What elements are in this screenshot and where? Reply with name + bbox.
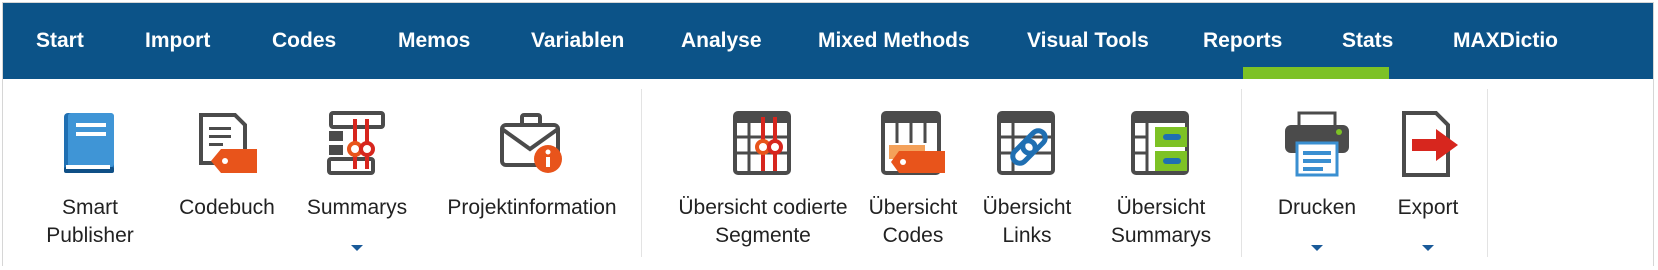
active-tab-indicator xyxy=(1243,67,1389,79)
tab-label: Variablen xyxy=(531,29,625,52)
tab-label: Mixed Methods xyxy=(818,29,970,52)
smart-publisher-label: Smart Publisher xyxy=(46,196,134,247)
summarys-button[interactable]: Summarys xyxy=(300,79,414,267)
export-button[interactable]: Export xyxy=(1379,79,1477,267)
uebersicht-summarys-label: Übersicht Summarys xyxy=(1110,196,1212,247)
chevron-down-icon[interactable] xyxy=(1311,245,1323,251)
ribbon-group-separator xyxy=(1487,89,1488,257)
briefcase-info-icon xyxy=(500,113,562,173)
projektinformation-label: Projektinformation xyxy=(447,196,617,219)
codebook-icon xyxy=(199,113,257,173)
tab-import[interactable]: Import xyxy=(145,3,210,79)
summarys-table-icon xyxy=(1131,111,1189,175)
tab-codes[interactable]: Codes xyxy=(272,3,336,79)
uebersicht-links-button[interactable]: Übersicht Links xyxy=(975,79,1079,267)
tab-label: MAXDictio xyxy=(1453,29,1558,52)
book-icon xyxy=(64,113,114,173)
uebersicht-summarys-button[interactable]: Übersicht Summarys xyxy=(1097,79,1225,267)
tab-visual-tools[interactable]: Visual Tools xyxy=(1027,3,1149,79)
smart-publisher-button[interactable]: Smart Publisher xyxy=(33,79,147,267)
tab-label: Codes xyxy=(272,29,337,52)
links-table-icon xyxy=(997,111,1055,175)
codebuch-label: Codebuch xyxy=(179,196,275,219)
tab-label: Start xyxy=(36,29,84,52)
uebersicht-codierte-segmente-button[interactable]: Übersicht codierte Segmente xyxy=(671,79,855,267)
chevron-down-icon[interactable] xyxy=(1422,245,1434,251)
drucken-label: Drucken xyxy=(1277,196,1357,219)
codebuch-button[interactable]: Codebuch xyxy=(169,79,285,267)
tab-maxdictio[interactable]: MAXDictio xyxy=(1453,3,1558,79)
tab-label: Visual Tools xyxy=(1027,29,1149,52)
uebersicht-codierte-segmente-label: Übersicht codierte Segmente xyxy=(678,196,848,247)
ribbon-group-separator xyxy=(641,89,642,257)
tab-label: Analyse xyxy=(681,29,762,52)
segments-table-icon xyxy=(733,111,791,175)
tab-label: Import xyxy=(145,29,211,52)
projektinformation-button[interactable]: Projektinformation xyxy=(435,79,629,267)
tab-start[interactable]: Start xyxy=(36,3,84,79)
reports-ribbon: Smart Publisher Codebuch Summarys Projek… xyxy=(3,79,1653,267)
export-icon xyxy=(1402,111,1458,177)
ribbon-tab-bar: Start Import Codes Memos Variablen Analy… xyxy=(3,3,1653,79)
printer-icon xyxy=(1285,111,1349,177)
export-label: Export xyxy=(1397,196,1459,219)
drucken-button[interactable]: Drucken xyxy=(1263,79,1371,267)
uebersicht-codes-label: Übersicht Codes xyxy=(868,196,958,247)
tab-variablen[interactable]: Variablen xyxy=(531,3,624,79)
uebersicht-codes-button[interactable]: Übersicht Codes xyxy=(859,79,967,267)
reports-ribbon-window: Start Import Codes Memos Variablen Analy… xyxy=(2,2,1654,267)
uebersicht-links-label: Übersicht Links xyxy=(982,196,1072,247)
codes-table-icon xyxy=(881,111,945,175)
tab-mixed-methods[interactable]: Mixed Methods xyxy=(818,3,970,79)
tab-memos[interactable]: Memos xyxy=(398,3,470,79)
tab-label: Memos xyxy=(398,29,471,52)
ribbon-group-separator xyxy=(1241,89,1242,257)
summarys-icon xyxy=(327,111,385,175)
summarys-label: Summarys xyxy=(306,196,408,219)
chevron-down-icon[interactable] xyxy=(351,245,363,251)
tab-analyse[interactable]: Analyse xyxy=(681,3,762,79)
